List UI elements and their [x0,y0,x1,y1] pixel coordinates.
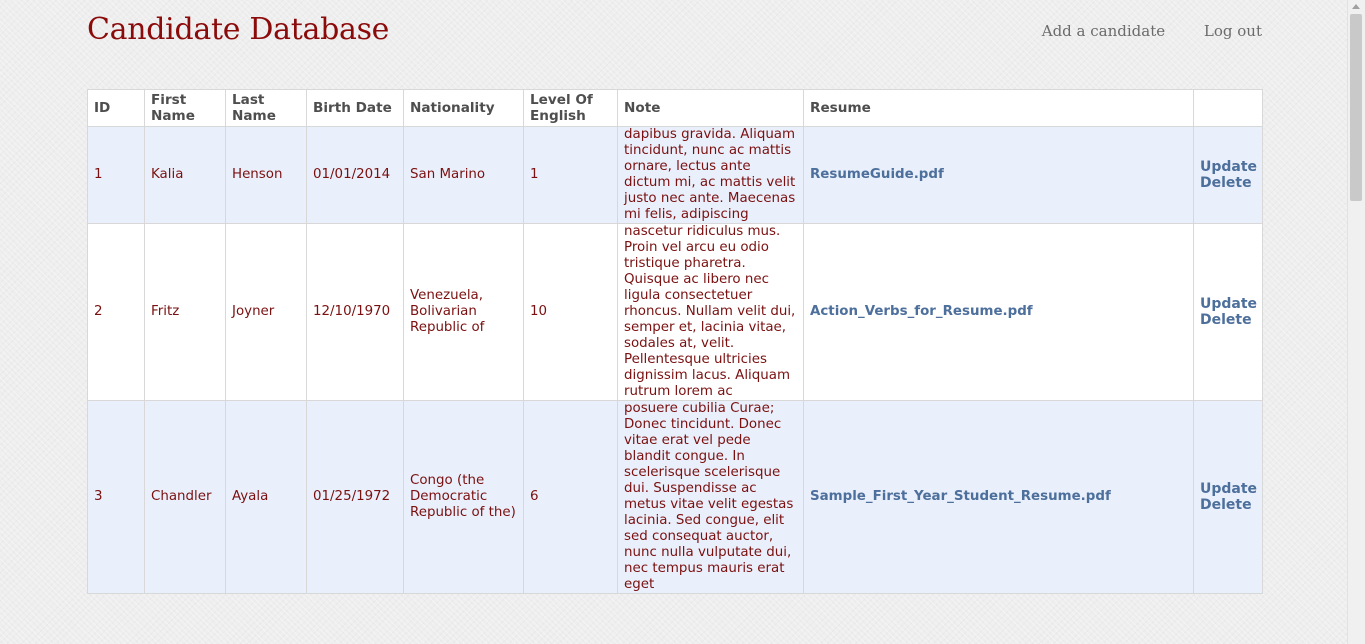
cell-last-name: Joyner [225,223,307,401]
candidates-table: ID First Name Last Name Birth Date Natio… [87,89,1263,594]
col-header-note: Note [617,89,804,127]
col-header-birth-date: Birth Date [306,89,404,127]
cell-first-name: Kalia [144,126,226,224]
page: Candidate Database Add a candidate Log o… [0,0,1348,644]
cell-birth-date: 01/25/1972 [306,400,404,594]
col-header-nationality: Nationality [403,89,524,127]
cell-resume: Action_Verbs_for_Resume.pdf [803,223,1194,401]
table-row: 2 Fritz Joyner 12/10/1970 Venezuela, Bol… [87,223,1263,401]
cell-level-of-english: 10 [523,223,618,401]
cell-actions: Update Delete [1193,400,1263,594]
resume-link[interactable]: Sample_First_Year_Student_Resume.pdf [810,489,1111,504]
update-link[interactable]: Update [1200,481,1257,497]
add-candidate-link[interactable]: Add a candidate [1042,22,1165,40]
delete-link[interactable]: Delete [1200,497,1256,513]
cell-id: 2 [87,223,145,401]
cell-note: dapibus gravida. Aliquam tincidunt, nunc… [617,126,804,224]
col-header-resume: Resume [803,89,1194,127]
cell-note: posuere cubilia Curae; Donec tincidunt. … [617,400,804,594]
page-title: Candidate Database [87,12,390,47]
delete-link[interactable]: Delete [1200,312,1256,328]
col-header-first-name: First Name [144,89,226,127]
cell-actions: Update Delete [1193,126,1263,224]
logout-link[interactable]: Log out [1204,22,1262,40]
col-header-id: ID [87,89,145,127]
cell-id: 3 [87,400,145,594]
delete-link[interactable]: Delete [1200,175,1256,191]
cell-first-name: Chandler [144,400,226,594]
resume-link[interactable]: ResumeGuide.pdf [810,167,944,182]
update-link[interactable]: Update [1200,296,1257,312]
cell-resume: Sample_First_Year_Student_Resume.pdf [803,400,1194,594]
table-row: 1 Kalia Henson 01/01/2014 San Marino 1 d… [87,126,1263,224]
cell-note: nascetur ridiculus mus. Proin vel arcu e… [617,223,804,401]
update-link[interactable]: Update [1200,159,1257,175]
col-header-actions [1193,89,1263,127]
scrollbar-thumb[interactable] [1350,14,1362,201]
cell-nationality: Venezuela, Bolivarian Republic of [403,223,524,401]
scroll-up-arrow-icon[interactable] [1352,4,1360,9]
cell-id: 1 [87,126,145,224]
cell-first-name: Fritz [144,223,226,401]
top-nav: Add a candidate Log out [1008,22,1262,40]
cell-nationality: Congo (the Democratic Republic of the) [403,400,524,594]
cell-resume: ResumeGuide.pdf [803,126,1194,224]
resume-link[interactable]: Action_Verbs_for_Resume.pdf [810,304,1033,319]
cell-level-of-english: 1 [523,126,618,224]
cell-last-name: Ayala [225,400,307,594]
cell-actions: Update Delete [1193,223,1263,401]
vertical-scrollbar[interactable] [1347,0,1365,644]
table-header-row: ID First Name Last Name Birth Date Natio… [87,89,1263,127]
cell-birth-date: 12/10/1970 [306,223,404,401]
cell-birth-date: 01/01/2014 [306,126,404,224]
cell-nationality: San Marino [403,126,524,224]
cell-last-name: Henson [225,126,307,224]
table-row: 3 Chandler Ayala 01/25/1972 Congo (the D… [87,400,1263,594]
col-header-last-name: Last Name [225,89,307,127]
cell-level-of-english: 6 [523,400,618,594]
col-header-level-of-english: Level Of English [523,89,618,127]
